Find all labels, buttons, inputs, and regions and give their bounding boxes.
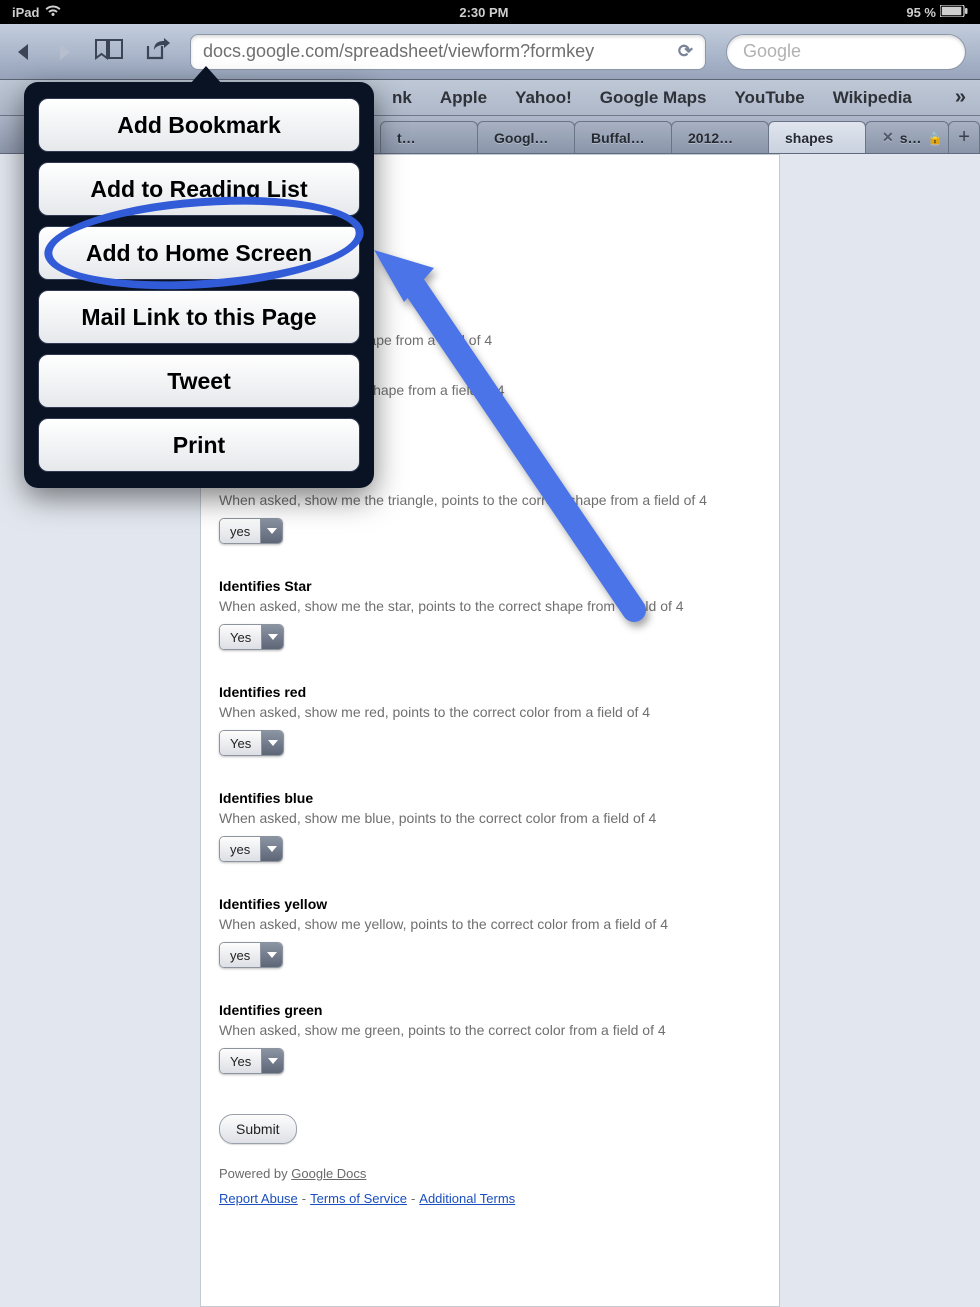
chevron-down-icon: [260, 837, 282, 861]
bookmark-item[interactable]: YouTube: [734, 88, 804, 108]
share-popover: Add Bookmark Add to Reading List Add to …: [24, 82, 374, 488]
search-field[interactable]: Google: [726, 34, 966, 70]
share-icon[interactable]: [144, 38, 170, 65]
question-help: When asked, show me red, points to the c…: [219, 704, 765, 720]
question-help: When asked, show me green, points to the…: [219, 1022, 765, 1038]
menu-add-bookmark[interactable]: Add Bookmark: [38, 98, 360, 152]
chevron-down-icon: [261, 1049, 283, 1073]
google-docs-link[interactable]: Google Docs: [291, 1166, 366, 1181]
chevron-down-icon: [260, 519, 282, 543]
menu-mail-link[interactable]: Mail Link to this Page: [38, 290, 360, 344]
bookmark-item[interactable]: Yahoo!: [515, 88, 572, 108]
tab-active[interactable]: shapes: [768, 121, 866, 153]
bookmarks-icon[interactable]: [94, 38, 124, 65]
bookmark-item[interactable]: Apple: [440, 88, 487, 108]
question-label: Identifies yellow: [219, 896, 765, 912]
powered-by: Powered by Google Docs: [219, 1166, 765, 1181]
reload-icon[interactable]: ⟳: [678, 41, 693, 62]
select-dropdown[interactable]: yes: [219, 942, 283, 968]
menu-add-reading-list[interactable]: Add to Reading List: [38, 162, 360, 216]
tab[interactable]: Googl…: [477, 121, 575, 153]
question-help: When asked, show me yellow, points to th…: [219, 916, 765, 932]
url-text: docs.google.com/spreadsheet/viewform?for…: [203, 41, 670, 62]
footer-link[interactable]: Report Abuse: [219, 1191, 298, 1206]
footer-link[interactable]: Additional Terms: [419, 1191, 515, 1206]
bookmark-item[interactable]: Google Maps: [600, 88, 707, 108]
form-question: Identifies yellow When asked, show me ye…: [215, 896, 765, 968]
select-dropdown[interactable]: yes: [219, 518, 283, 544]
address-bar[interactable]: docs.google.com/spreadsheet/viewform?for…: [190, 34, 706, 70]
select-dropdown[interactable]: Yes: [219, 730, 284, 756]
select-dropdown[interactable]: Yes: [219, 624, 284, 650]
question-help: When asked, show me blue, points to the …: [219, 810, 765, 826]
form-question: Identifies Star When asked, show me the …: [215, 578, 765, 650]
form-question: Identifies red When asked, show me red, …: [215, 684, 765, 756]
bookmark-item[interactable]: Wikipedia: [833, 88, 912, 108]
back-button[interactable]: [14, 42, 34, 62]
select-dropdown[interactable]: yes: [219, 836, 283, 862]
status-bar: iPad 2:30 PM 95 %: [0, 0, 980, 24]
chevron-down-icon: [260, 943, 282, 967]
lock-icon: 🔒: [928, 131, 943, 145]
footer-links: Report Abuse-Terms of Service-Additional…: [219, 1191, 765, 1206]
chevron-down-icon: [261, 625, 283, 649]
battery-icon: [940, 5, 968, 20]
forward-button[interactable]: [54, 42, 74, 62]
chevron-down-icon: [261, 731, 283, 755]
clock: 2:30 PM: [61, 5, 906, 20]
close-icon[interactable]: ✕: [882, 129, 894, 146]
question-label: Identifies red: [219, 684, 765, 700]
tab[interactable]: 2012…: [671, 121, 769, 153]
select-dropdown[interactable]: Yes: [219, 1048, 284, 1074]
bookmark-item[interactable]: nk: [392, 88, 412, 108]
question-label: Identifies green: [219, 1002, 765, 1018]
menu-add-home-screen[interactable]: Add to Home Screen: [38, 226, 360, 280]
tab[interactable]: Buffal…: [574, 121, 672, 153]
menu-print[interactable]: Print: [38, 418, 360, 472]
browser-toolbar: docs.google.com/spreadsheet/viewform?for…: [0, 24, 980, 80]
new-tab-button[interactable]: +: [948, 121, 980, 153]
question-label: Identifies Star: [219, 578, 765, 594]
tab[interactable]: ✕ s… 🔒: [865, 121, 949, 153]
form-question: Identifies blue When asked, show me blue…: [215, 790, 765, 862]
battery-percent: 95 %: [906, 5, 936, 20]
bookmarks-overflow-icon[interactable]: »: [955, 86, 966, 109]
question-help: When asked, show me the triangle, points…: [219, 492, 765, 508]
wifi-icon: [45, 5, 61, 20]
menu-tweet[interactable]: Tweet: [38, 354, 360, 408]
footer-link[interactable]: Terms of Service: [310, 1191, 407, 1206]
form-question: Identifies green When asked, show me gre…: [215, 1002, 765, 1074]
device-label: iPad: [12, 5, 39, 20]
tab[interactable]: t…: [380, 121, 478, 153]
submit-button[interactable]: Submit: [219, 1114, 297, 1144]
question-help: When asked, show me the star, points to …: [219, 598, 765, 614]
search-placeholder: Google: [743, 41, 801, 62]
question-label: Identifies blue: [219, 790, 765, 806]
